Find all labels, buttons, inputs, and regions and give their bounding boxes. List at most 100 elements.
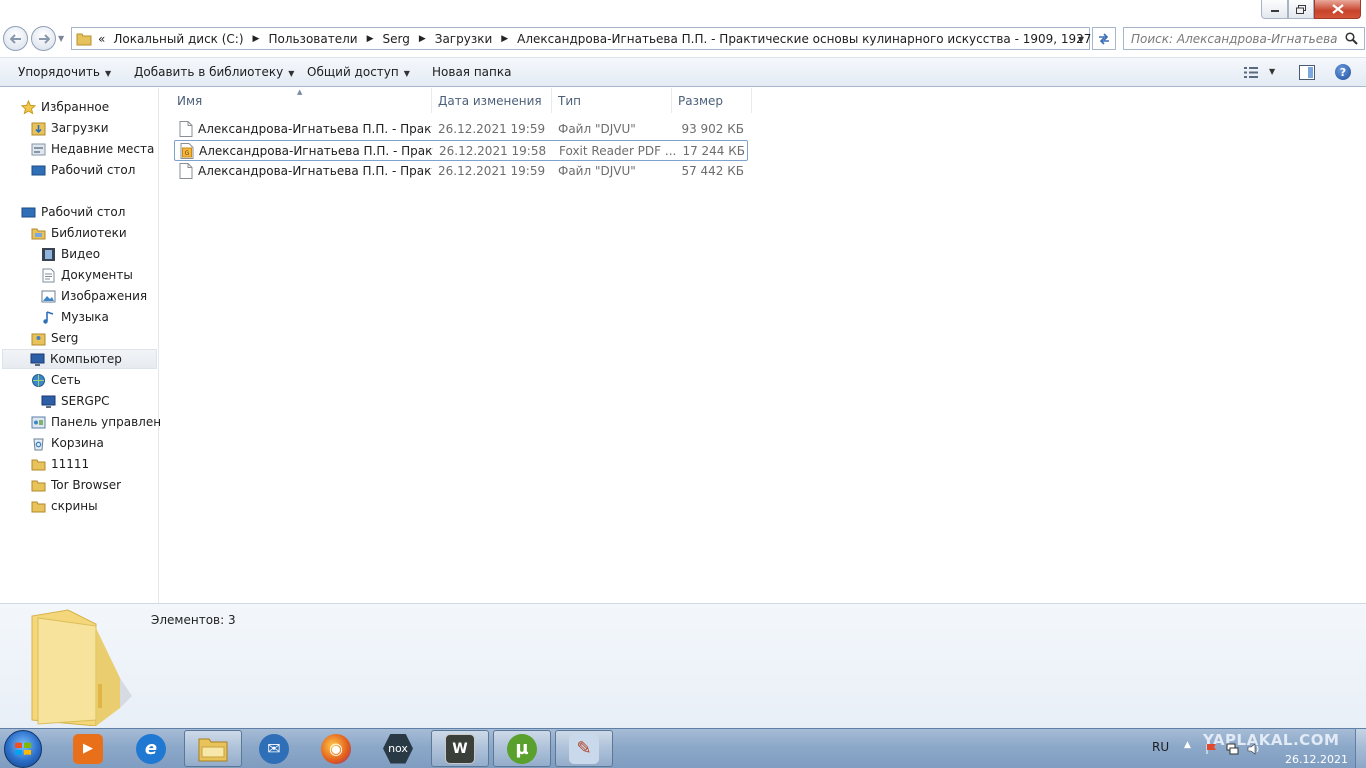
utorrent-icon: µ xyxy=(507,733,537,764)
taskbar-app-firefox[interactable]: ◉ xyxy=(307,730,365,767)
column-header-size[interactable]: Размер xyxy=(672,88,752,113)
file-row[interactable]: Александрова-Игнатьева П.П. - Практи... … xyxy=(174,119,748,140)
taskbar-app-paint[interactable]: ✎ xyxy=(555,730,613,767)
file-date: 26.12.2021 19:58 xyxy=(439,144,547,158)
search-input[interactable] xyxy=(1131,31,1341,46)
start-button[interactable] xyxy=(4,730,42,768)
downloads-folder-icon xyxy=(30,120,46,136)
nav-favorites[interactable]: Избранное xyxy=(20,97,109,117)
search-icon[interactable] xyxy=(1345,32,1358,45)
new-folder-label: Новая папка xyxy=(432,65,512,79)
watermark-text: YAPLAKAL.COM xyxy=(1203,731,1340,749)
show-hidden-icons-button[interactable]: ▲ xyxy=(1184,740,1191,750)
minimize-button[interactable] xyxy=(1261,0,1288,19)
breadcrumb-separator-icon[interactable]: ▶ xyxy=(253,34,260,44)
taskbar-app-nox-player[interactable]: nox xyxy=(369,730,427,767)
nav-favorites-downloads[interactable]: Загрузки xyxy=(30,118,109,138)
nav-label: скрины xyxy=(51,499,98,513)
breadcrumb-user[interactable]: Serg xyxy=(382,32,409,46)
taskbar-app-utorrent[interactable]: µ xyxy=(493,730,551,767)
breadcrumb-drive[interactable]: Локальный диск (C:) xyxy=(113,32,243,46)
close-button[interactable] xyxy=(1314,0,1361,19)
organize-menu-button[interactable]: Упорядочить ▼ xyxy=(18,65,111,79)
show-desktop-button[interactable] xyxy=(1355,729,1366,768)
nav-recycle-bin[interactable]: Корзина xyxy=(30,433,104,453)
file-list-pane[interactable]: Имя ▲ Дата изменения Тип Размер Александ… xyxy=(160,88,1366,603)
computer-icon xyxy=(40,393,56,409)
column-header-date[interactable]: Дата изменения xyxy=(432,88,552,113)
taskbar-app-windows-explorer[interactable] xyxy=(184,730,242,767)
maximize-button[interactable] xyxy=(1288,0,1314,19)
file-row-selected[interactable]: G Александрова-Игнатьева П.П. - Практи..… xyxy=(174,140,748,161)
new-folder-button[interactable]: Новая папка xyxy=(432,65,511,79)
file-row[interactable]: Александрова-Игнатьева П.П. - Практи... … xyxy=(174,161,748,182)
nav-network[interactable]: Сеть xyxy=(30,370,81,390)
nav-library-pictures[interactable]: Изображения xyxy=(40,286,147,306)
breadcrumb-separator-icon[interactable]: ▶ xyxy=(419,34,426,44)
nav-computer[interactable]: Компьютер xyxy=(2,349,157,369)
address-history-dropdown[interactable]: ▼ xyxy=(1078,35,1084,44)
minimize-icon xyxy=(1270,10,1279,12)
breadcrumb-users[interactable]: Пользователи xyxy=(268,32,357,46)
view-options-dropdown[interactable]: ▼ xyxy=(1269,67,1275,76)
nav-library-documents[interactable]: Документы xyxy=(40,265,133,285)
nav-library-video[interactable]: Видео xyxy=(40,244,100,264)
flag-icon[interactable] xyxy=(1205,743,1218,755)
folder-icon xyxy=(30,477,46,493)
file-name: Александрова-Игнатьева П.П. - Практи... xyxy=(199,144,433,158)
file-size: 93 902 КБ xyxy=(681,122,744,136)
column-header-type[interactable]: Тип xyxy=(552,88,672,113)
preview-pane-icon[interactable] xyxy=(1299,65,1315,80)
breadcrumb-separator-icon[interactable]: ▶ xyxy=(367,34,374,44)
pictures-icon xyxy=(40,288,56,304)
clock-date[interactable]: 26.12.2021 xyxy=(1285,753,1348,766)
nav-label: Документы xyxy=(61,268,133,282)
breadcrumb-downloads[interactable]: Загрузки xyxy=(435,32,493,46)
nav-folder-screens[interactable]: скрины xyxy=(30,496,98,516)
nav-user-folder[interactable]: Serg xyxy=(30,328,78,348)
nav-favorites-recent-places[interactable]: Недавние места xyxy=(30,139,154,159)
nav-network-sergpc[interactable]: SERGPC xyxy=(40,391,109,411)
nav-folder-tor-browser[interactable]: Tor Browser xyxy=(30,475,121,495)
nav-libraries[interactable]: Библиотеки xyxy=(30,223,127,243)
taskbar-app-thunderbird[interactable]: ✉ xyxy=(245,730,303,767)
sort-ascending-icon: ▲ xyxy=(297,88,303,96)
language-indicator[interactable]: RU xyxy=(1152,740,1169,754)
chevron-down-icon: ▼ xyxy=(403,69,410,78)
nav-library-music[interactable]: Музыка xyxy=(40,307,109,327)
back-button[interactable] xyxy=(3,26,28,51)
add-to-library-button[interactable]: Добавить в библиотеку ▼ xyxy=(134,65,294,79)
large-folder-icon xyxy=(31,609,132,726)
folder-icon xyxy=(30,456,46,472)
file-size: 17 244 КБ xyxy=(682,144,745,158)
volume-icon[interactable] xyxy=(1247,743,1260,755)
breadcrumb-separator-icon[interactable]: ▶ xyxy=(501,34,508,44)
nav-folder-11111[interactable]: 11111 xyxy=(30,454,89,474)
address-bar[interactable]: « Локальный диск (C:) ▶ Пользователи ▶ S… xyxy=(71,27,1091,50)
media-player-icon: ▶ xyxy=(73,733,103,764)
file-type: Foxit Reader PDF ... xyxy=(559,144,675,158)
breadcrumb-overflow[interactable]: « xyxy=(98,32,105,46)
share-button[interactable]: Общий доступ ▼ xyxy=(307,65,410,79)
help-icon[interactable]: ? xyxy=(1335,64,1351,80)
nav-desktop[interactable]: Рабочий стол xyxy=(20,202,125,222)
recent-pages-dropdown[interactable]: ▼ xyxy=(58,34,68,44)
thunderbird-icon: ✉ xyxy=(259,733,289,764)
search-box[interactable] xyxy=(1123,27,1365,50)
djvu-file-icon xyxy=(179,163,193,179)
nav-label: Корзина xyxy=(51,436,104,450)
taskbar-app-world-of-tanks[interactable]: W xyxy=(431,730,489,767)
breadcrumb-current-folder[interactable]: Александрова-Игнатьева П.П. - Практическ… xyxy=(517,32,1091,46)
nav-label: Панель управления xyxy=(51,415,177,429)
change-view-icon[interactable] xyxy=(1243,66,1259,79)
forward-button[interactable] xyxy=(31,26,56,51)
control-panel-icon xyxy=(30,414,46,430)
chevron-down-icon: ▼ xyxy=(104,69,112,78)
nav-favorites-desktop[interactable]: Рабочий стол xyxy=(30,160,135,180)
taskbar-app-media-player[interactable]: ▶ xyxy=(59,730,117,767)
network-tray-icon[interactable] xyxy=(1226,743,1239,755)
taskbar-app-internet-explorer[interactable]: e xyxy=(122,730,180,767)
nav-control-panel[interactable]: Панель управления xyxy=(30,412,176,432)
user-folder-icon xyxy=(30,330,46,346)
refresh-button[interactable] xyxy=(1092,27,1116,50)
